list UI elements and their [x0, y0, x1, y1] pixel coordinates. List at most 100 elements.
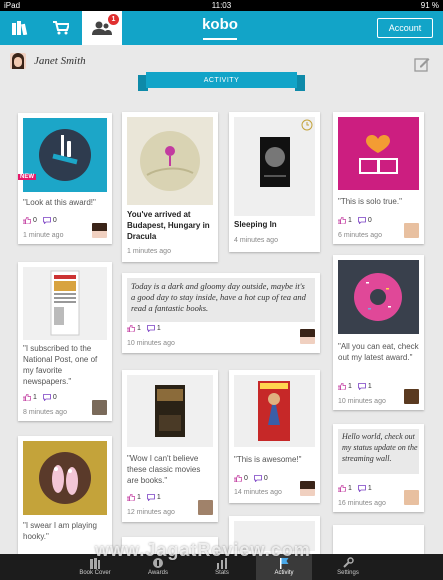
- tab-label: Book Cover: [79, 570, 111, 576]
- card-caption: "I subscribed to the National Post, one …: [23, 344, 98, 386]
- tab-settings[interactable]: Settings: [318, 554, 378, 580]
- top-navigation-bar: 1 kobo Account: [0, 11, 443, 45]
- user-thumbnail[interactable]: [300, 329, 315, 344]
- like-comment-row: 0 0: [234, 475, 268, 482]
- comment-count: 0: [367, 217, 372, 224]
- user-thumbnail[interactable]: [198, 500, 213, 515]
- book-cover-image: [234, 117, 315, 216]
- comment-count: 1: [367, 383, 372, 390]
- activity-card-awesome[interactable]: "This is awesome!" 0 0 14 minutes ago: [229, 370, 320, 503]
- thumbs-up-icon[interactable]: [338, 217, 346, 224]
- slippers-icon: [39, 452, 91, 504]
- timestamp: 6 minutes ago: [338, 232, 382, 239]
- activity-nav-button[interactable]: 1: [82, 11, 122, 45]
- like-comment-row: 1 1: [127, 494, 161, 501]
- activity-ribbon: ACTIVITY: [138, 72, 305, 91]
- watermark: www.JagatReview.com: [95, 540, 311, 560]
- comment-icon[interactable]: [43, 217, 51, 224]
- kobo-logo: kobo: [202, 16, 238, 33]
- comment-icon[interactable]: [147, 494, 155, 501]
- new-tag: NEW: [18, 174, 36, 180]
- comment-count: 0: [52, 394, 57, 401]
- activity-card-status-gloomy[interactable]: Today is a dark and gloomy day outside, …: [122, 273, 320, 353]
- timestamp: 10 minutes ago: [338, 398, 386, 405]
- timestamp: 4 minutes ago: [234, 237, 278, 244]
- comment-icon[interactable]: [358, 383, 366, 390]
- activity-card-status-hello[interactable]: Hello world, check out my status update …: [333, 424, 424, 512]
- like-count: 1: [137, 325, 141, 332]
- comment-count: 1: [156, 325, 161, 332]
- timestamp: 16 minutes ago: [338, 500, 386, 507]
- user-avatar[interactable]: [10, 53, 26, 69]
- user-name[interactable]: Janet Smith: [34, 55, 86, 67]
- comment-count: 1: [367, 485, 372, 492]
- activity-card-movies[interactable]: "Wow I can't believe these classic movie…: [122, 370, 218, 522]
- comment-count: 0: [52, 217, 57, 224]
- comment-count: 0: [263, 475, 268, 482]
- donut-badge-image: [338, 260, 419, 334]
- activity-card-newspaper[interactable]: "I subscribed to the National Post, one …: [18, 262, 112, 421]
- user-thumbnail[interactable]: [92, 400, 107, 415]
- timestamp: 14 minutes ago: [234, 489, 282, 496]
- wrench-icon: [343, 557, 354, 568]
- activity-card-location[interactable]: You've arrived at Budapest, Hungary in D…: [122, 112, 218, 262]
- thumbs-up-icon[interactable]: [23, 217, 31, 224]
- card-caption: "This is awesome!": [234, 455, 302, 464]
- like-comment-row: 1 0: [23, 394, 57, 401]
- card-caption: "Look at this award!": [23, 198, 96, 207]
- cart-icon: [53, 21, 69, 35]
- thumbs-up-icon[interactable]: [234, 475, 242, 482]
- account-button[interactable]: Account: [377, 18, 433, 38]
- book-badge-image: [338, 117, 419, 190]
- ios-status-bar: iPad 11:03 91 %: [0, 0, 443, 11]
- user-thumbnail[interactable]: [404, 223, 419, 238]
- timestamp: 1 minutes ago: [127, 248, 171, 255]
- card-caption: "All you can eat, check out my latest aw…: [338, 342, 419, 362]
- comment-icon[interactable]: [254, 475, 262, 482]
- tab-label: Settings: [337, 570, 359, 576]
- activity-card-hooky[interactable]: "I swear I am playing hooky.": [18, 436, 112, 554]
- comment-icon[interactable]: [147, 325, 155, 332]
- card-title: You've arrived at Budapest, Hungary in D…: [127, 210, 210, 241]
- book-cover-icon: [155, 385, 185, 437]
- like-comment-row: 1 1: [338, 485, 372, 492]
- timestamp: 10 minutes ago: [127, 340, 175, 347]
- activity-card-partial[interactable]: [333, 525, 424, 554]
- user-thumbnail[interactable]: [404, 389, 419, 404]
- activity-card-sleeping-in[interactable]: Sleeping In 4 minutes ago: [229, 112, 320, 252]
- like-count: 0: [33, 217, 37, 224]
- timestamp: 1 minute ago: [23, 232, 64, 239]
- map-pin-icon: [140, 131, 200, 191]
- like-comment-row: 1 1: [127, 325, 161, 332]
- store-button[interactable]: [41, 11, 81, 45]
- activity-count-badge: 1: [108, 14, 119, 25]
- thumbs-up-icon[interactable]: [127, 325, 135, 332]
- edit-icon[interactable]: [414, 56, 430, 72]
- comment-icon[interactable]: [358, 485, 366, 492]
- newspaper-icon: [50, 270, 80, 336]
- library-icon: [12, 21, 28, 35]
- activity-card-all-you-can-eat[interactable]: "All you can eat, check out my latest aw…: [333, 255, 424, 410]
- comment-icon[interactable]: [43, 394, 51, 401]
- map-image: [127, 117, 213, 205]
- like-count: 1: [348, 485, 352, 492]
- like-count: 0: [244, 475, 248, 482]
- clock: 11:03: [211, 1, 232, 10]
- activity-card-solo-true[interactable]: "This is solo true." 1 0 6 minutes ago: [333, 112, 424, 244]
- user-thumbnail[interactable]: [404, 490, 419, 505]
- library-button[interactable]: [0, 11, 40, 45]
- like-count: 1: [348, 217, 352, 224]
- comment-icon[interactable]: [358, 217, 366, 224]
- tab-label: Stats: [215, 570, 229, 576]
- user-thumbnail[interactable]: [92, 223, 107, 238]
- like-comment-row: 1 0: [338, 217, 372, 224]
- timestamp: 12 minutes ago: [127, 509, 175, 516]
- status-text: Hello world, check out my status update …: [342, 432, 418, 463]
- thumbs-up-icon[interactable]: [338, 485, 346, 492]
- thumbs-up-icon[interactable]: [23, 394, 31, 401]
- newspaper-image: [23, 267, 107, 340]
- user-thumbnail[interactable]: [300, 481, 315, 496]
- activity-card-award[interactable]: NEW "Look at this award!" 0 0 1 minute a…: [18, 113, 112, 244]
- thumbs-up-icon[interactable]: [127, 494, 135, 501]
- thumbs-up-icon[interactable]: [338, 383, 346, 390]
